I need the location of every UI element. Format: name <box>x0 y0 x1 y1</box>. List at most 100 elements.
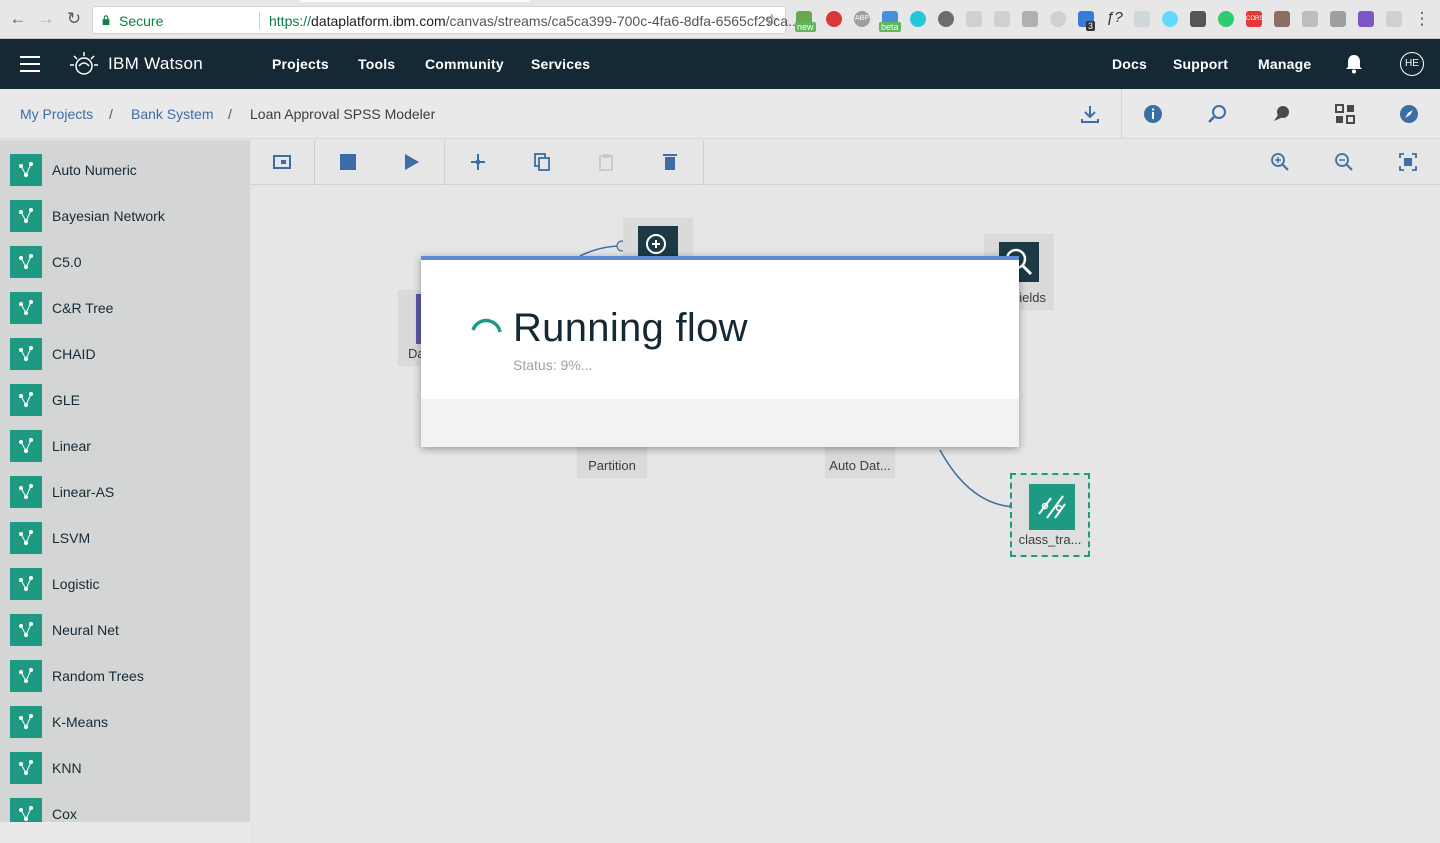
class-transform-node[interactable]: class_tra... <box>1010 473 1090 557</box>
find-replace-icon[interactable] <box>1206 103 1228 125</box>
forward-icon[interactable]: → <box>36 9 56 29</box>
back-icon[interactable]: ← <box>8 9 28 29</box>
palette-grid-icon[interactable] <box>1334 103 1356 125</box>
info-icon[interactable] <box>1142 103 1164 125</box>
zoom-out-icon[interactable] <box>1334 152 1354 172</box>
adblock-extension-icon[interactable] <box>826 11 842 27</box>
nav-projects[interactable]: Projects <box>272 56 329 72</box>
url-text[interactable]: https://dataplatform.ibm.com/canvas/stre… <box>269 13 849 29</box>
puzzle-extension-icon[interactable] <box>1358 11 1374 27</box>
nav-services[interactable]: Services <box>531 56 590 72</box>
w-extension-icon[interactable] <box>1386 11 1402 27</box>
breadcrumb-bank-system[interactable]: Bank System <box>131 106 213 122</box>
palette-item[interactable]: C&R Tree <box>10 291 250 325</box>
square-extension-icon[interactable] <box>1302 11 1318 27</box>
paste-icon[interactable] <box>596 152 616 172</box>
palette-item-label: Random Trees <box>52 668 144 684</box>
breadcrumb-my-projects[interactable]: My Projects <box>20 106 93 122</box>
cors-extension-icon[interactable]: CORS <box>1246 11 1264 27</box>
active-tab-indicator <box>300 0 530 2</box>
hamburger-menu-icon[interactable] <box>20 56 40 72</box>
palette-item[interactable]: C5.0 <box>10 245 250 279</box>
palette-item[interactable]: KNN <box>10 751 250 785</box>
circle-extension-icon[interactable] <box>1050 11 1066 27</box>
bayesian-network-icon <box>10 200 42 232</box>
flow-canvas[interactable]: ields Da Partition Auto Dat... class_tra… <box>250 140 1440 843</box>
nav-tools[interactable]: Tools <box>358 56 395 72</box>
bookmark-star-icon[interactable]: ☆ <box>765 10 779 30</box>
user-avatar[interactable]: HE <box>1400 52 1424 76</box>
brand-name[interactable]: IBM Watson <box>108 54 203 74</box>
dialog-footer <box>421 399 1019 447</box>
soccer-extension-icon[interactable] <box>938 11 954 27</box>
loading-spinner-icon <box>471 318 502 333</box>
flow-links <box>579 240 1021 512</box>
palette-item-label: Linear <box>52 438 91 454</box>
cors-label: CORS <box>1246 16 1264 22</box>
palette-item[interactable]: Random Trees <box>10 659 250 693</box>
stop-icon[interactable] <box>338 152 358 172</box>
breadcrumb-separator: / <box>109 106 113 122</box>
toggle-palette-icon[interactable] <box>272 152 292 172</box>
palette-item[interactable]: Logistic <box>10 567 250 601</box>
k-means-icon <box>10 706 42 738</box>
dialog-title: Running flow <box>513 306 748 350</box>
browser-chrome: ← → ↻ Secure https://dataplatform.ibm.co… <box>0 0 1440 39</box>
fit-to-screen-icon[interactable] <box>1398 152 1418 172</box>
palette-item[interactable]: GLE <box>10 383 250 417</box>
target-extension-icon[interactable] <box>1218 11 1234 27</box>
palette-item[interactable]: LSVM <box>10 521 250 555</box>
palette-item-label: K-Means <box>52 714 109 730</box>
address-bar[interactable]: Secure https://dataplatform.ibm.com/canv… <box>92 6 800 34</box>
abp-label: ABP <box>855 15 870 22</box>
copy-icon[interactable] <box>532 152 552 172</box>
react-extension-icon[interactable] <box>1162 11 1178 27</box>
run-play-icon[interactable] <box>401 152 421 172</box>
palette-item[interactable]: Auto Numeric <box>10 153 250 187</box>
k-extension-icon[interactable] <box>1022 11 1038 27</box>
node-palette-sidebar: Auto Numeric Bayesian Network C5.0 C&R Tree… <box>0 140 250 822</box>
palette-item-label: C5.0 <box>52 254 82 270</box>
palette-item[interactable]: K-Means <box>10 705 250 739</box>
pen-extension-icon[interactable] <box>1134 11 1150 27</box>
function-extension-icon[interactable]: ƒ? <box>1106 9 1123 26</box>
breadcrumb-current-flow: Loan Approval SPSS Modeler <box>250 106 436 122</box>
palette-item-label: C&R Tree <box>52 300 114 316</box>
dialog-top-accent <box>421 256 1019 260</box>
hat-extension-icon[interactable] <box>1274 11 1290 27</box>
toolbar-divider <box>444 140 445 185</box>
palette-item[interactable]: Linear <box>10 429 250 463</box>
palette-item-label: GLE <box>52 392 81 408</box>
palette-item[interactable]: Bayesian Network <box>10 199 250 233</box>
url-path: /canvas/streams/ca5ca399-700c-4fa6-8dfa-… <box>445 13 800 29</box>
run-status-text: Status: 9%... <box>513 357 593 373</box>
nav-manage[interactable]: Manage <box>1258 56 1311 72</box>
comments-icon[interactable] <box>1270 103 1292 125</box>
m-extension-icon[interactable] <box>910 11 926 27</box>
nav-docs[interactable]: Docs <box>1112 56 1147 72</box>
zoom-in-icon[interactable] <box>1270 152 1290 172</box>
v-extension-icon[interactable] <box>1190 11 1206 27</box>
toolbar-divider <box>1121 89 1122 139</box>
vue-extension-icon[interactable] <box>966 11 982 27</box>
browser-menu-icon[interactable]: ⋮ <box>1412 9 1432 29</box>
nav-community[interactable]: Community <box>425 56 504 72</box>
palette-item[interactable]: CHAID <box>10 337 250 371</box>
compass-icon[interactable] <box>1398 103 1420 125</box>
cut-move-icon[interactable] <box>468 152 488 172</box>
abp-extension-icon[interactable]: ABP <box>854 11 870 27</box>
arrow-extension-icon[interactable] <box>994 11 1010 27</box>
screen-extension-icon[interactable] <box>1330 11 1346 27</box>
download-icon[interactable] <box>1079 103 1101 125</box>
palette-item[interactable]: Linear-AS <box>10 475 250 509</box>
notifications-bell-icon[interactable] <box>1345 54 1363 74</box>
palette-item[interactable]: Cox <box>10 797 250 822</box>
delete-trash-icon[interactable] <box>660 152 680 172</box>
data-asset-node[interactable]: Da <box>398 290 425 366</box>
random-trees-icon <box>10 660 42 692</box>
nav-support[interactable]: Support <box>1173 56 1228 72</box>
omnibox-divider <box>259 12 260 29</box>
new-badge: new <box>795 22 816 32</box>
reload-icon[interactable]: ↻ <box>64 9 84 29</box>
palette-item[interactable]: Neural Net <box>10 613 250 647</box>
